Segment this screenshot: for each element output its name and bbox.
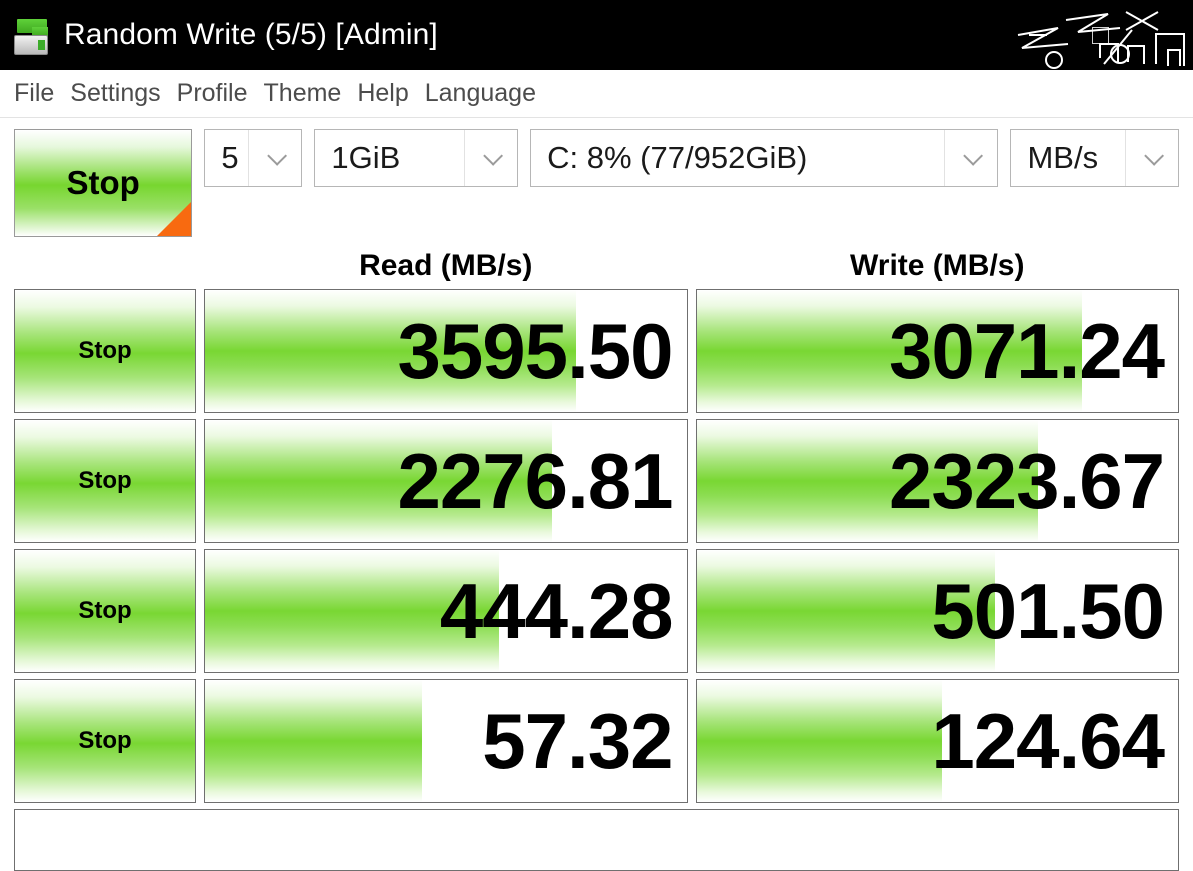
chevron-down-icon[interactable] — [944, 130, 997, 186]
maximize-icon — [1091, 26, 1109, 44]
write-score: 124.64 — [931, 697, 1165, 785]
drive-select-dropdown[interactable]: C: 8% (77/952GiB) — [530, 129, 999, 187]
row-stop-button[interactable]: Stop — [14, 549, 196, 673]
read-score: 444.28 — [439, 567, 674, 655]
write-result-cell[interactable]: 2323.67 — [695, 419, 1179, 543]
unit-select-value: MB/s — [1027, 140, 1099, 175]
results-table: Stop 3595.50 3071.24 Stop 2276.81 2323.6… — [0, 289, 1193, 803]
write-result-cell[interactable]: 501.50 — [695, 549, 1179, 673]
test-size-value: 1GiB — [331, 140, 401, 175]
progress-corner-indicator — [157, 202, 192, 236]
column-headers: Read (MB/s) Write (MB/s) — [0, 243, 1193, 289]
read-column-header: Read (MB/s) — [359, 249, 533, 282]
test-count-value: 5 — [221, 140, 239, 175]
menu-item-profile[interactable]: Profile — [169, 79, 256, 108]
row-stop-button-label: Stop — [78, 597, 132, 624]
row-stop-button-label: Stop — [78, 467, 132, 494]
window-title: Random Write (5/5) [Admin] — [64, 18, 438, 51]
write-score: 3071.24 — [889, 307, 1165, 395]
table-row: Stop 2276.81 2323.67 — [14, 419, 1179, 543]
row-stop-button[interactable]: Stop — [14, 679, 196, 803]
menu-item-theme[interactable]: Theme — [256, 79, 350, 108]
row-stop-button-label: Stop — [78, 727, 132, 754]
main-stop-button[interactable]: Stop — [14, 129, 193, 237]
chevron-down-icon[interactable] — [248, 130, 301, 186]
chevron-down-icon[interactable] — [464, 130, 517, 186]
status-bar — [14, 809, 1179, 871]
menu-item-file[interactable]: File — [6, 79, 62, 108]
write-progress-fill — [696, 680, 943, 802]
menu-item-language[interactable]: Language — [417, 79, 544, 108]
chevron-down-icon[interactable] — [1125, 130, 1178, 186]
write-result-cell[interactable]: 124.64 — [695, 679, 1179, 803]
write-column-header: Write (MB/s) — [850, 249, 1025, 282]
unit-select-dropdown[interactable]: MB/s — [1010, 129, 1180, 187]
main-stop-button-label: Stop — [66, 164, 140, 201]
write-score: 2323.67 — [889, 437, 1165, 525]
write-score: 501.50 — [931, 567, 1165, 655]
table-row: Stop 3595.50 3071.24 — [14, 289, 1179, 413]
read-score: 3595.50 — [397, 307, 674, 395]
window-controls — [1007, 0, 1193, 70]
read-result-cell[interactable]: 3595.50 — [204, 289, 688, 413]
read-progress-fill — [205, 680, 422, 802]
menu-bar: File Settings Profile Theme Help Languag… — [0, 70, 1193, 118]
row-stop-button[interactable]: Stop — [14, 289, 196, 413]
maximize-button[interactable] — [1069, 0, 1131, 70]
read-result-cell[interactable]: 2276.81 — [204, 419, 688, 543]
title-bar: Random Write (5/5) [Admin] — [0, 0, 1193, 70]
read-score: 57.32 — [482, 697, 673, 785]
row-stop-button[interactable]: Stop — [14, 419, 196, 543]
read-result-cell[interactable]: 57.32 — [204, 679, 688, 803]
menu-item-settings[interactable]: Settings — [62, 79, 168, 108]
row-stop-button-label: Stop — [78, 337, 132, 364]
disk-drive-icon-led — [38, 40, 45, 50]
test-count-dropdown[interactable]: 5 — [204, 129, 303, 187]
table-row: Stop 444.28 501.50 — [14, 549, 1179, 673]
read-result-cell[interactable]: 444.28 — [204, 549, 688, 673]
write-result-cell[interactable]: 3071.24 — [695, 289, 1179, 413]
toolbar: Stop 5 1GiB C: 8% (77/952GiB) MB/s — [0, 118, 1193, 237]
test-size-dropdown[interactable]: 1GiB — [314, 129, 519, 187]
close-button[interactable] — [1131, 0, 1193, 70]
drive-select-value: C: 8% (77/952GiB) — [547, 140, 808, 175]
minimize-button[interactable] — [1007, 0, 1069, 70]
minimize-icon — [1029, 34, 1047, 36]
table-row: Stop 57.32 124.64 — [14, 679, 1179, 803]
menu-item-help[interactable]: Help — [349, 79, 416, 108]
disk-drive-icon — [8, 13, 54, 57]
read-score: 2276.81 — [397, 437, 674, 525]
